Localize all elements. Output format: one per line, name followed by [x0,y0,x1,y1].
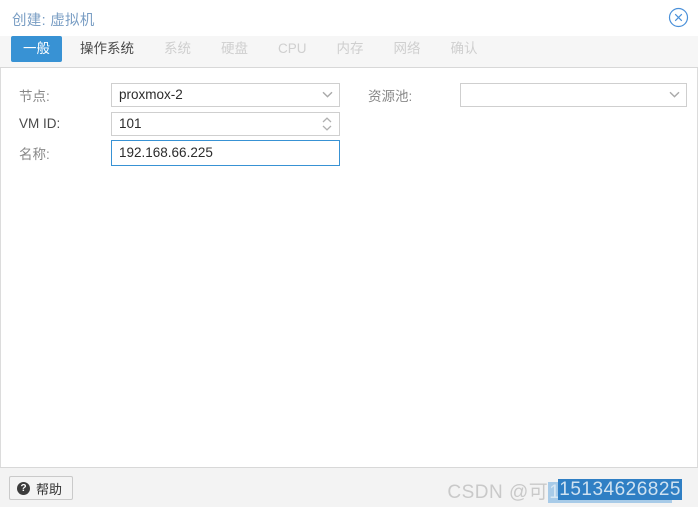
field-pool-label: 资源池: [368,88,413,104]
question-mark-icon: ? [17,481,30,495]
form-column-right: 资源池: [350,80,698,109]
tab-system: 系统 [164,41,191,56]
tab-os[interactable]: 操作系统 [68,36,146,62]
dialog-titlebar: 创建: 虚拟机 [0,0,698,36]
watermark-secondary-b: 15134626825 [558,479,682,500]
chevron-down-icon[interactable] [666,84,682,106]
vmid-spinner[interactable]: 101 [111,111,340,136]
watermark-secondary-a: 15134626825 [548,482,672,503]
dialog-footer: ? 帮助 CSDN @可15134626825 15134626825 [0,467,698,507]
chevron-down-icon[interactable] [319,84,335,106]
field-node-label: 节点: [19,88,50,104]
tab-network: 网络 [393,41,421,56]
dialog-tabbar: 一般 操作系统 系统 硬盘 CPU 内存 网络 确认 [0,36,698,68]
close-icon[interactable] [668,7,689,28]
field-node: 节点: proxmox-2 [1,80,350,109]
help-button[interactable]: ? 帮助 [9,476,74,500]
vmid-value: 101 [119,116,142,131]
field-vmid: VM ID: 101 [1,109,350,138]
name-value: 192.168.66.225 [119,145,213,160]
field-name: 名称: 192.168.66.225 [1,138,350,167]
help-button-label: 帮助 [36,481,63,497]
dialog-title: 创建: 虚拟机 [12,13,95,29]
field-vmid-label: VM ID: [19,116,61,131]
tab-cpu: CPU [278,41,307,56]
tab-general[interactable]: 一般 [11,36,62,62]
node-combobox[interactable]: proxmox-2 [111,82,340,107]
dialog-body: 节点: proxmox-2 VM ID: 101 名称: 192.168.66.… [0,68,698,467]
field-name-label: 名称: [19,146,50,162]
create-vm-dialog: 创建: 虚拟机 一般 操作系统 系统 硬盘 CPU 内存 网络 确认 节点: p… [0,0,698,507]
tab-memory: 内存 [336,41,364,56]
name-input[interactable]: 192.168.66.225 [111,139,340,166]
tab-confirm: 确认 [450,41,478,56]
node-value: proxmox-2 [119,87,183,102]
watermark-primary: CSDN @可15134626825 [447,482,672,503]
watermark-secondary: 15134626825 [558,479,682,501]
tab-disk: 硬盘 [221,41,248,56]
pool-combobox[interactable] [460,82,687,107]
field-pool: 资源池: [350,80,698,109]
spinner-arrows-icon[interactable] [320,113,334,135]
form-column-left: 节点: proxmox-2 VM ID: 101 名称: 192.168.66.… [1,80,350,167]
